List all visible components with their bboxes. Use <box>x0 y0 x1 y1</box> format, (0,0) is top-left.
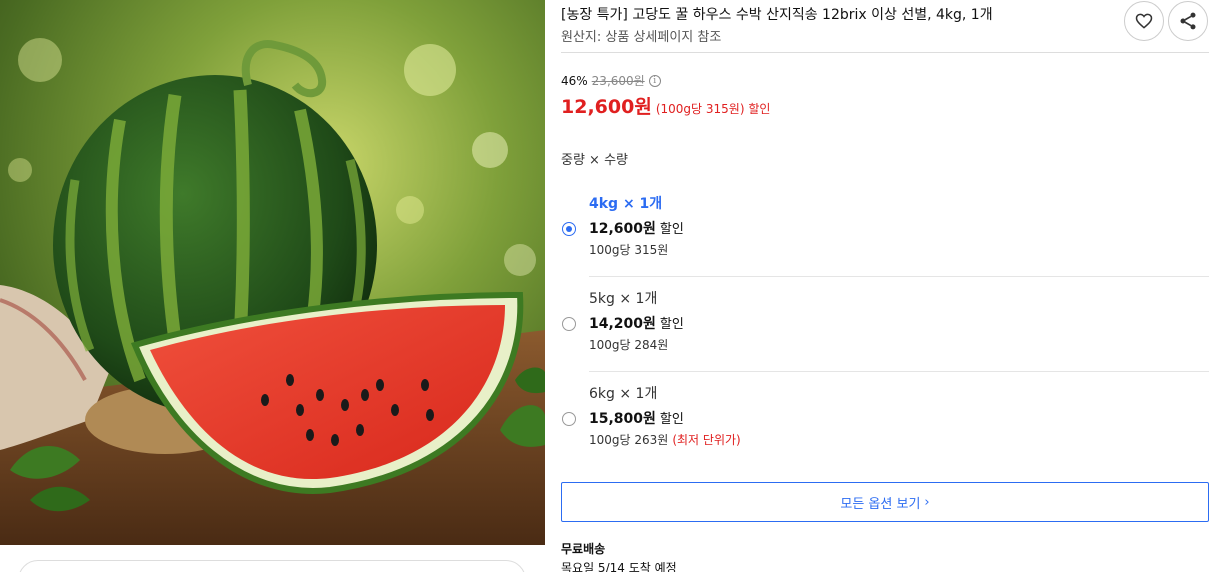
option-unit-price: 100g당 315원 <box>589 243 669 257</box>
options-label: 중량 × 수량 <box>561 153 628 168</box>
product-origin: 원산지: 상품 상세페이지 참조 <box>561 30 722 45</box>
option-item[interactable]: 6kg × 1개 15,800원 할인 100g당 263원 (최저 단위가) <box>561 373 1209 468</box>
option-divider <box>589 371 1209 372</box>
option-radio[interactable] <box>562 317 576 331</box>
share-button[interactable] <box>1168 1 1208 41</box>
shipping-eta: 목요일 5/14 도착 예정 <box>561 561 677 572</box>
share-icon <box>1180 12 1196 30</box>
option-unit-price: 100g당 284원 <box>589 338 669 352</box>
product-title: [농장 특가] 고당도 꿀 하우스 수박 산지직송 12brix 이상 선별, … <box>561 7 993 23</box>
unit-price: (100g당 315원) 할인 <box>655 102 771 116</box>
product-image[interactable] <box>0 0 545 545</box>
chevron-right-icon: › <box>924 494 930 510</box>
original-price: 23,600원 <box>591 74 645 88</box>
option-item[interactable]: 4kg × 1개 12,600원 할인 100g당 315원 <box>561 183 1209 278</box>
thumbnail-strip[interactable] <box>18 560 526 572</box>
price-original-row: 46% 23,600원 i <box>561 72 661 89</box>
all-options-label: 모든 옵션 보기 <box>840 496 921 512</box>
option-radio[interactable] <box>562 412 576 426</box>
option-name: 6kg × 1개 <box>589 386 658 402</box>
like-button[interactable] <box>1124 1 1164 41</box>
option-unit-price: 100g당 263원 (최저 단위가) <box>589 433 741 447</box>
sale-price: 12,600원 <box>561 96 652 118</box>
option-divider <box>589 276 1209 277</box>
option-radio[interactable] <box>562 222 576 236</box>
option-price: 12,600원 할인 <box>589 221 684 237</box>
option-price: 15,800원 할인 <box>589 411 684 427</box>
option-item[interactable]: 5kg × 1개 14,200원 할인 100g당 284원 <box>561 278 1209 373</box>
option-price: 14,200원 할인 <box>589 316 684 332</box>
watermelon-photo <box>0 0 545 545</box>
heart-icon <box>1135 13 1153 29</box>
option-name: 4kg × 1개 <box>589 196 663 212</box>
discount-rate: 46% <box>561 73 588 88</box>
info-icon[interactable]: i <box>648 74 661 87</box>
shipping-title: 무료배송 <box>561 542 606 556</box>
all-options-button[interactable]: 모든 옵션 보기 › <box>561 482 1209 522</box>
header-divider <box>561 52 1209 53</box>
price-sale-row: 12,600원 (100g당 315원) 할인 <box>561 92 770 119</box>
option-name: 5kg × 1개 <box>589 291 658 307</box>
